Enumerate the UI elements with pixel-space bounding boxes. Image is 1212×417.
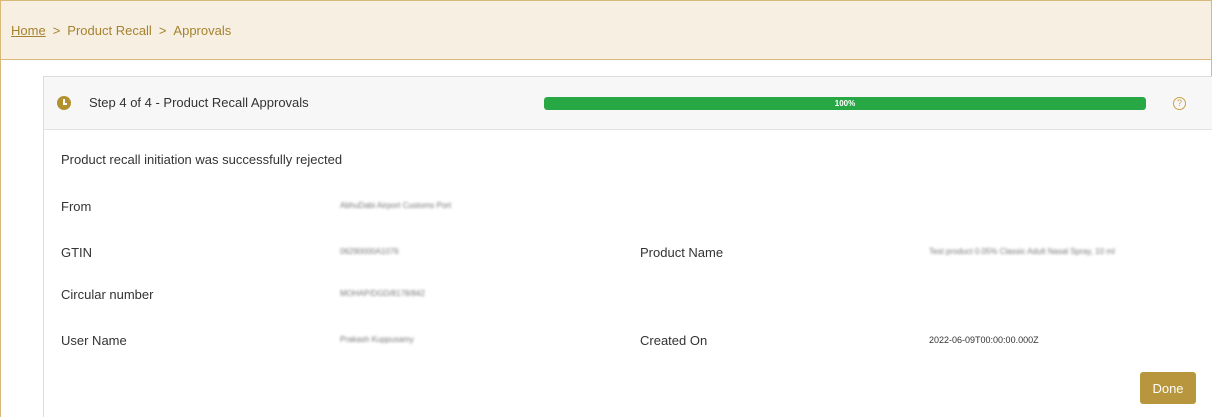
breadcrumb-separator: >: [52, 22, 61, 38]
help-circle-icon[interactable]: ?: [1173, 97, 1186, 110]
user-name-value: Prakash Kuppusamy: [340, 335, 414, 344]
progress-fill: 100%: [544, 97, 1146, 110]
status-message: Product recall initiation was successful…: [61, 152, 343, 167]
circular-number-value: MOHAP/DGD/8178/842: [340, 289, 425, 298]
product-name-value: Test product 0.05% Classic Adult Nasal S…: [929, 247, 1115, 256]
created-on-label: Created On: [640, 333, 708, 348]
step-title: Step 4 of 4 - Product Recall Approvals: [89, 95, 309, 110]
approval-card: Step 4 of 4 - Product Recall Approvals 1…: [43, 76, 1212, 417]
gtin-value: 06290000A1076: [340, 247, 399, 256]
done-button[interactable]: Done: [1140, 372, 1196, 404]
breadcrumb-separator: >: [158, 22, 167, 38]
created-on-value: 2022-06-09T00:00:00.000Z: [929, 335, 1039, 345]
breadcrumb-item-product-recall: Product Recall: [67, 22, 152, 38]
breadcrumb-home-link[interactable]: Home: [11, 23, 46, 38]
product-name-label: Product Name: [640, 245, 724, 260]
from-label: From: [61, 199, 92, 214]
circular-number-label: Circular number: [61, 287, 154, 302]
gtin-label: GTIN: [61, 245, 93, 260]
card-header: Step 4 of 4 - Product Recall Approvals 1…: [44, 77, 1212, 130]
breadcrumb: Home > Product Recall > Approvals: [0, 0, 1212, 60]
clock-icon: [57, 96, 71, 110]
progress-label: 100%: [834, 99, 856, 108]
user-name-label: User Name: [61, 333, 127, 348]
progress-bar: 100%: [544, 97, 1146, 110]
breadcrumb-item-approvals: Approvals: [173, 22, 232, 38]
from-value: AbhuDabi Airport Customs Port: [340, 201, 452, 210]
